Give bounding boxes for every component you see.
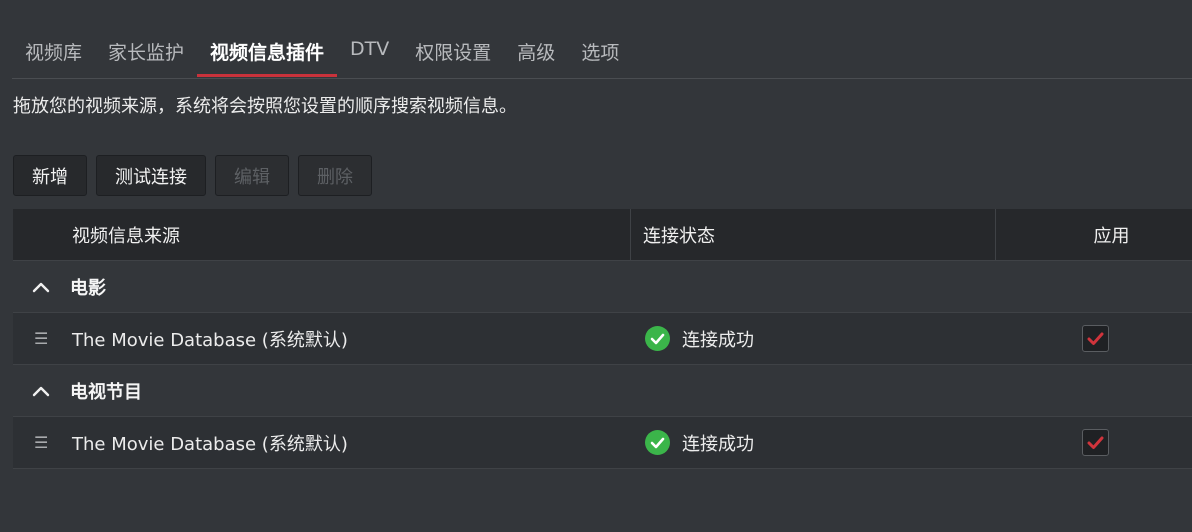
tab-bar: 视频库 家长监护 视频信息插件 DTV 权限设置 高级 选项	[12, 24, 1192, 79]
toolbar: 新增 测试连接 编辑 删除	[13, 155, 372, 196]
table-row[interactable]: ☰ The Movie Database (系统默认) 连接成功	[13, 417, 1192, 469]
table-row[interactable]: ☰ The Movie Database (系统默认) 连接成功	[13, 313, 1192, 365]
status-text: 连接成功	[682, 433, 754, 455]
tab-options[interactable]: 选项	[568, 24, 632, 77]
add-button[interactable]: 新增	[13, 155, 87, 196]
drag-handle-icon[interactable]: ☰	[13, 433, 72, 452]
delete-button[interactable]: 删除	[298, 155, 372, 196]
check-circle-icon	[645, 430, 670, 455]
source-name: The Movie Database (系统默认)	[72, 433, 348, 455]
group-title: 电视节目	[70, 381, 142, 403]
check-circle-icon	[645, 326, 670, 351]
edit-button[interactable]: 编辑	[215, 155, 289, 196]
apply-checkbox[interactable]	[1082, 429, 1109, 456]
page-description: 拖放您的视频来源，系统将会按照您设置的顺序搜索视频信息。	[13, 96, 517, 117]
tab-parental-control[interactable]: 家长监护	[95, 24, 197, 77]
tab-advanced[interactable]: 高级	[504, 24, 568, 77]
group-title: 电影	[70, 277, 106, 299]
connection-status: 连接成功	[645, 326, 1082, 352]
connection-status: 连接成功	[645, 430, 1082, 456]
chevron-up-icon[interactable]	[32, 281, 52, 293]
test-connection-button[interactable]: 测试连接	[96, 155, 206, 196]
tab-video-library[interactable]: 视频库	[12, 24, 95, 77]
column-header-source[interactable]: 视频信息来源	[13, 209, 631, 260]
tab-video-info-plugin[interactable]: 视频信息插件	[197, 24, 338, 77]
tab-permissions[interactable]: 权限设置	[402, 24, 504, 77]
column-header-apply[interactable]: 应用	[996, 209, 1192, 260]
status-text: 连接成功	[682, 329, 754, 351]
drag-handle-icon[interactable]: ☰	[13, 329, 72, 348]
column-header-status[interactable]: 连接状态	[631, 209, 996, 260]
source-table: 视频信息来源 连接状态 应用 电影 ☰ The Movie Database (…	[13, 209, 1192, 469]
group-header-movies[interactable]: 电影	[13, 261, 1192, 313]
chevron-up-icon[interactable]	[32, 385, 52, 397]
apply-checkbox[interactable]	[1082, 325, 1109, 352]
table-header: 视频信息来源 连接状态 应用	[13, 209, 1192, 261]
source-name: The Movie Database (系统默认)	[72, 329, 348, 351]
group-header-tv-shows[interactable]: 电视节目	[13, 365, 1192, 417]
tab-dtv[interactable]: DTV	[337, 24, 402, 77]
